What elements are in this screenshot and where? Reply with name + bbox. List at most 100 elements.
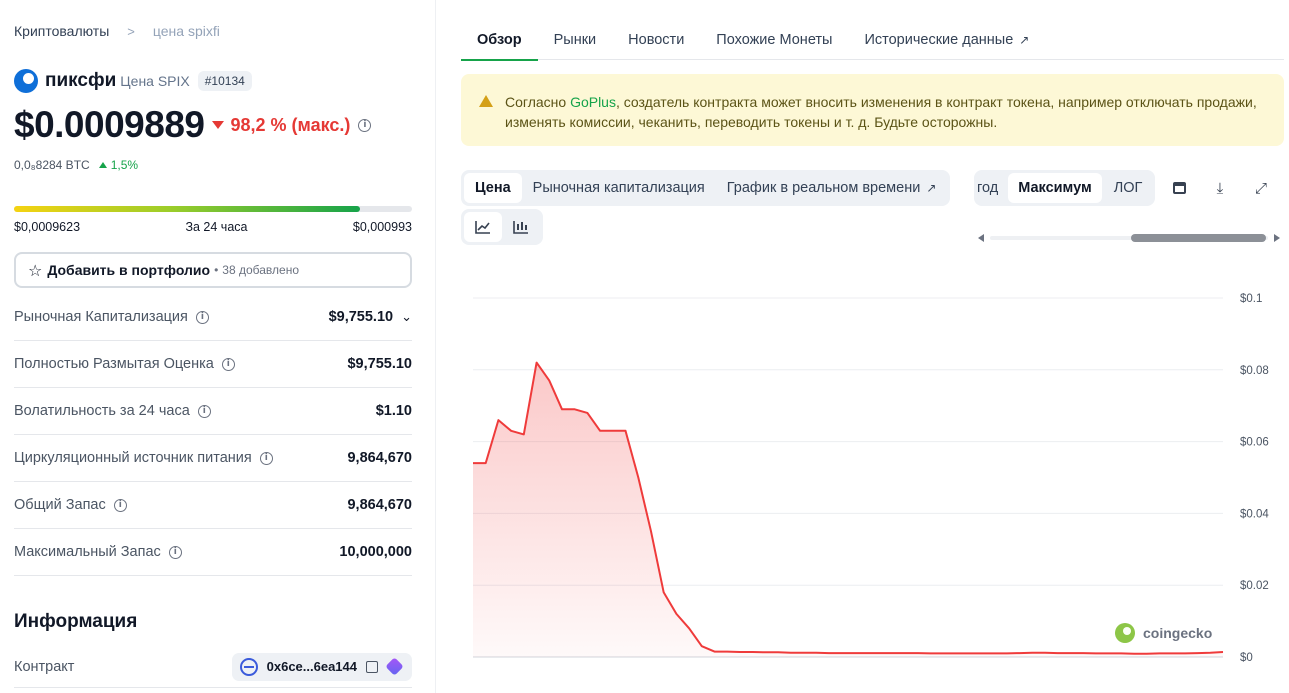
stat-label: Полностью Размытая Оценка <box>14 356 214 372</box>
warning-prefix: Согласно <box>505 94 571 110</box>
portfolio-label: Добавить в портфолио <box>47 262 211 278</box>
candlestick-chart-button[interactable] <box>502 212 540 242</box>
chevron-down-icon[interactable]: ⌄ <box>401 310 412 325</box>
price-range-fill <box>14 206 361 212</box>
main-tabs: Обзор Рынки Новости Похожие Монеты Истор… <box>461 20 1284 61</box>
breadcrumb: Криптовалюты > цена spixfi <box>14 23 220 39</box>
chart-type-toggle <box>461 209 543 245</box>
metamask-icon[interactable] <box>385 657 404 676</box>
tab-news[interactable]: Новости <box>612 20 700 60</box>
chart-metric-tabs: Цена Рыночная капитализация График в реа… <box>461 170 951 206</box>
contract-address-pill[interactable]: 0x6ce...6ea144 <box>231 652 412 681</box>
stat-value: 9,864,670 <box>347 497 412 513</box>
stat-row-total-supply: Общий Запас i 9,864,670 <box>14 482 412 529</box>
contract-label: Контракт <box>14 658 75 675</box>
coingecko-watermark: coingecko <box>1115 623 1212 643</box>
y-tick-label: $0.04 <box>1240 508 1269 520</box>
stat-label: Максимальный Запас <box>14 544 161 560</box>
goplus-link[interactable]: GoPlus <box>570 94 616 110</box>
btc-price: 0,0₈8284 BTC <box>14 158 90 172</box>
chart-tab-live[interactable]: График в реальном времени ↗ <box>716 173 948 203</box>
chart-tab-label: Цена <box>475 180 511 196</box>
info-icon[interactable]: i <box>113 498 127 512</box>
info-icon[interactable]: i <box>358 118 372 132</box>
y-tick-label: $0 <box>1240 652 1253 664</box>
chart-tab-market-cap[interactable]: Рыночная капитализация <box>522 173 716 203</box>
price-range-bar <box>14 206 412 212</box>
coin-price: $0.0009889 <box>14 104 205 145</box>
price-row: $0.0009889 98,2 % (макс.) i <box>14 104 372 146</box>
chart-tab-price[interactable]: Цена <box>464 173 522 203</box>
chart-navigator-scrollbar[interactable] <box>978 232 1280 244</box>
range-low: $0,0009623 <box>14 220 81 234</box>
tab-label: Новости <box>628 32 685 48</box>
add-to-portfolio-button[interactable]: ☆ Добавить в портфолио • 38 добавлено <box>14 252 412 288</box>
info-icon[interactable]: i <box>197 404 211 418</box>
warning-text: Согласно GoPlus, создатель контракта мож… <box>505 92 1266 146</box>
log-scale-toggle[interactable]: ЛОГ <box>1104 173 1153 203</box>
caret-up-icon <box>98 162 107 168</box>
stat-label: Циркуляционный источник питания <box>14 450 252 466</box>
scroll-right-icon[interactable] <box>1274 234 1280 242</box>
info-icon[interactable]: i <box>168 545 182 559</box>
portfolio-separator: • <box>214 263 219 277</box>
contract-address: 0x6ce...6ea144 <box>266 659 357 674</box>
contract-warning-banner: Согласно GoPlus, создатель контракта мож… <box>461 74 1284 146</box>
download-button[interactable]: ⤓ <box>1209 177 1231 199</box>
coin-symbol-label: Цена SPIX <box>120 73 190 89</box>
tab-historical-data[interactable]: Исторические данные ↗ <box>848 20 1045 60</box>
line-chart-icon <box>475 221 490 234</box>
tab-markets[interactable]: Рынки <box>538 20 613 60</box>
y-tick-label: $0.1 <box>1240 293 1262 305</box>
tab-label: Рынки <box>553 32 597 48</box>
stat-value: 10,000,000 <box>339 544 412 560</box>
range-tab-year[interactable]: год <box>977 173 1008 203</box>
range-tab-max[interactable]: Максимум <box>1008 173 1102 203</box>
price-chart[interactable]: $0 $0.02 $0.04 $0.06 $0.08 $0.1 <box>461 280 1284 680</box>
external-link-icon: ↗ <box>1019 33 1030 47</box>
fullscreen-button[interactable]: ⤢ <box>1250 177 1272 199</box>
scroll-thumb[interactable] <box>1131 234 1266 242</box>
external-link-icon: ↗ <box>926 181 937 195</box>
chart-tab-label: График в реальном времени <box>726 180 921 196</box>
stat-row-volume: Волатильность за 24 часа i $1.10 <box>14 388 412 435</box>
line-chart-button[interactable] <box>464 212 502 242</box>
info-icon[interactable]: i <box>221 357 235 371</box>
btc-change: 1,5% <box>110 158 139 172</box>
tab-label: Похожие Монеты <box>716 32 833 48</box>
info-icon[interactable]: i <box>259 451 273 465</box>
y-tick-label: $0.02 <box>1240 580 1269 592</box>
portfolio-count: 38 добавлено <box>222 263 300 277</box>
star-icon: ☆ <box>28 260 43 280</box>
range-period: За 24 часа <box>185 220 248 234</box>
range-tab-label: Максимум <box>1018 180 1092 196</box>
stat-row-fdv: Полностью Размытая Оценка i $9,755.10 <box>14 341 412 388</box>
stat-value: 9,864,670 <box>347 450 412 466</box>
breadcrumb-parent-link[interactable]: Криптовалюты <box>14 23 109 39</box>
y-tick-label: $0.06 <box>1240 437 1269 449</box>
tab-label: Исторические данные <box>864 32 1014 48</box>
breadcrumb-separator: > <box>127 23 135 39</box>
stat-value: $9,755.10 <box>328 309 394 325</box>
watermark-text: coingecko <box>1143 625 1213 641</box>
price-chart-svg: $0 $0.02 $0.04 $0.06 $0.08 $0.1 <box>473 293 1269 664</box>
stat-row-circulating-supply: Циркуляционный источник питания i 9,864,6… <box>14 435 412 482</box>
copy-icon[interactable] <box>366 660 378 673</box>
coin-logo-icon <box>14 69 38 93</box>
scroll-left-icon[interactable] <box>978 234 984 242</box>
stat-row-max-supply: Максимальный Запас i 10,000,000 <box>14 529 412 576</box>
tab-similar-coins[interactable]: Похожие Монеты <box>700 20 848 60</box>
caret-down-icon <box>212 121 225 129</box>
chart-range-tabs: год Максимум ЛОГ <box>974 170 1156 206</box>
rank-badge: #10134 <box>197 71 252 91</box>
info-icon[interactable]: i <box>195 310 209 324</box>
calendar-button[interactable] <box>1168 177 1190 199</box>
download-icon: ⤓ <box>1216 178 1224 197</box>
stat-value: $1.10 <box>375 403 412 419</box>
price-range-labels: $0,0009623 За 24 часа $0,000993 <box>14 220 412 234</box>
tab-label: Обзор <box>477 32 522 48</box>
stat-value: $9,755.10 <box>347 356 412 372</box>
tab-overview[interactable]: Обзор <box>461 20 538 61</box>
y-tick-label: $0.08 <box>1240 365 1269 377</box>
candlestick-chart-icon <box>513 221 528 234</box>
